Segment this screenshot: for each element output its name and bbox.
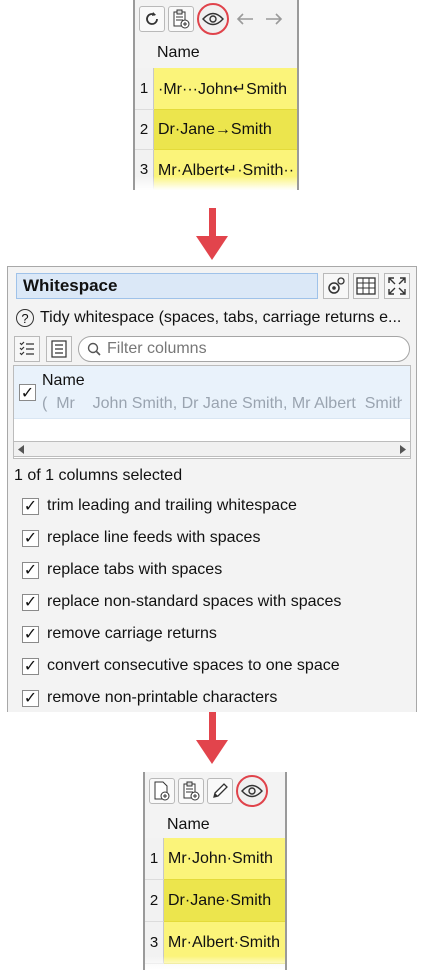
expand-icon (388, 277, 406, 295)
option-checkbox[interactable]: ✓ (22, 593, 39, 611)
search-icon (87, 342, 101, 356)
gears-icon (328, 277, 345, 294)
table-row[interactable]: 1 ·Mr···John↵Smith (135, 68, 297, 110)
option-checkbox[interactable]: ✓ (22, 497, 39, 515)
option-label: convert consecutive spaces to one space (47, 657, 340, 674)
horizontal-scrollbar[interactable] (13, 441, 411, 457)
new-file-button[interactable] (149, 778, 175, 804)
expand-button[interactable] (384, 273, 410, 299)
column-preview: ( Mr John Smith, Dr Jane Smith, Mr Alber… (42, 395, 402, 412)
row-number: 2 (145, 880, 164, 922)
settings-button[interactable] (323, 273, 349, 299)
bottom-grid-panel: Name 1 Mr·John·Smith 2 Dr·Jane·Smith 3 M… (143, 772, 287, 970)
option-checkbox[interactable]: ✓ (22, 689, 39, 707)
checklist-icon (19, 341, 34, 356)
back-button[interactable] (232, 6, 258, 32)
bottom-column-header[interactable]: Name (167, 816, 210, 834)
help-icon[interactable]: ? (16, 309, 34, 327)
fade-overlay (145, 956, 285, 970)
option-tabs[interactable]: ✓ replace tabs with spaces (22, 561, 222, 579)
eye-icon (202, 12, 224, 26)
row-number: 1 (145, 838, 164, 880)
option-checkbox[interactable]: ✓ (22, 625, 39, 643)
scroll-left-icon[interactable] (17, 445, 25, 454)
bottom-column-header-row: Name (145, 810, 285, 839)
description-text: Tidy whitespace (spaces, tabs, carriage … (40, 309, 402, 326)
paste-button[interactable] (168, 6, 194, 32)
paste-icon (183, 781, 200, 801)
deselect-all-button[interactable] (46, 336, 72, 362)
table-cell[interactable]: ·Mr···John↵Smith (154, 68, 297, 110)
row-number: 2 (135, 110, 154, 150)
table-cell[interactable]: Mr·John·Smith (164, 838, 285, 880)
back-arrow-icon (236, 13, 253, 25)
option-carriage-returns[interactable]: ✓ remove carriage returns (22, 625, 217, 643)
table-icon (356, 277, 376, 295)
option-non-printable[interactable]: ✓ remove non-printable characters (22, 689, 277, 707)
top-grid-panel: Name 1 ·Mr···John↵Smith 2 Dr·Jane→Smith … (133, 0, 299, 190)
transform-description: ? Tidy whitespace (spaces, tabs, carriag… (16, 309, 401, 327)
option-label: replace non-standard spaces with spaces (47, 593, 342, 610)
column-name: Name (42, 372, 85, 389)
list-icon (51, 340, 67, 358)
paste-icon (173, 9, 190, 29)
table-row[interactable]: 1 Mr·John·Smith (145, 838, 285, 880)
option-label: replace line feeds with spaces (47, 529, 261, 546)
column-list-item[interactable]: ✓ Name ( Mr John Smith, Dr Jane Smith, M… (14, 366, 410, 419)
option-label: remove carriage returns (47, 625, 217, 642)
new-file-icon (154, 781, 170, 801)
refresh-button[interactable] (139, 6, 165, 32)
table-view-button[interactable] (353, 273, 379, 299)
column-checkbox[interactable]: ✓ (19, 384, 36, 402)
top-column-header-row: Name (135, 38, 297, 69)
table-cell[interactable]: Dr·Jane·Smith (164, 880, 285, 922)
forward-arrow-icon (266, 13, 283, 25)
option-non-standard-spaces[interactable]: ✓ replace non-standard spaces with space… (22, 593, 341, 611)
option-line-feeds[interactable]: ✓ replace line feeds with spaces (22, 529, 260, 547)
selected-count: 1 of 1 columns selected (14, 467, 183, 484)
paste-button[interactable] (178, 778, 204, 804)
scroll-right-icon[interactable] (399, 445, 407, 454)
row-number: 1 (135, 68, 154, 110)
forward-button[interactable] (261, 6, 287, 32)
option-label: trim leading and trailing whitespace (47, 497, 297, 514)
option-checkbox[interactable]: ✓ (22, 657, 39, 675)
option-trim[interactable]: ✓ trim leading and trailing whitespace (22, 497, 297, 515)
eye-icon (241, 784, 263, 798)
filter-placeholder: Filter columns (107, 340, 207, 357)
eye-button[interactable] (236, 775, 268, 807)
edit-button[interactable] (207, 778, 233, 804)
select-all-button[interactable] (14, 336, 40, 362)
table-cell[interactable]: Dr·Jane→Smith (154, 110, 297, 150)
option-label: remove non-printable characters (47, 689, 278, 706)
transform-title[interactable]: Whitespace (16, 273, 318, 299)
option-consecutive-spaces[interactable]: ✓ convert consecutive spaces to one spac… (22, 657, 340, 675)
table-row[interactable]: 2 Dr·Jane→Smith (135, 110, 297, 150)
whitespace-transform-panel: Whitespace ? Tidy whitespace (spaces, ta… (7, 266, 417, 712)
pencil-icon (213, 783, 228, 798)
fade-overlay (135, 176, 297, 190)
option-checkbox[interactable]: ✓ (22, 529, 39, 547)
refresh-icon (146, 12, 158, 25)
top-column-header[interactable]: Name (157, 44, 200, 62)
option-checkbox[interactable]: ✓ (22, 561, 39, 579)
eye-button[interactable] (197, 3, 229, 35)
bottom-toolbar (145, 772, 285, 810)
option-label: replace tabs with spaces (47, 561, 223, 578)
top-toolbar (135, 0, 297, 38)
filter-columns-input[interactable]: Filter columns (78, 336, 410, 362)
table-row[interactable]: 2 Dr·Jane·Smith (145, 880, 285, 922)
